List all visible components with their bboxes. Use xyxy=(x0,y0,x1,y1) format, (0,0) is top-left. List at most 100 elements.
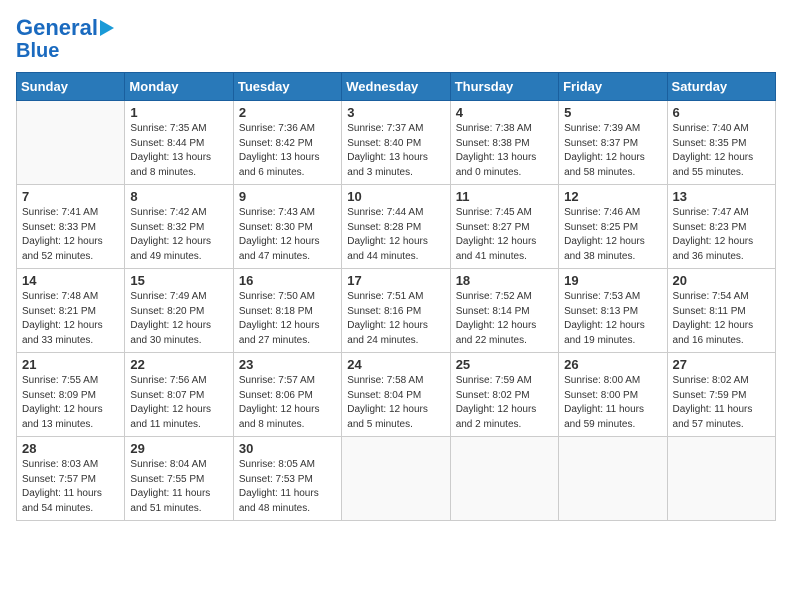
calendar-day-cell: 29 Sunrise: 8:04 AM Sunset: 7:55 PM Dayli… xyxy=(125,437,233,521)
day-info: Sunrise: 7:35 AM Sunset: 8:44 PM Dayligh… xyxy=(130,122,227,180)
calendar-day-cell: 30Sunrise: 8:05 AM Sunset: 7:53 PM Dayli… xyxy=(233,437,341,521)
day-info: Sunrise: 8:03 AM Sunset: 7:57 PM Dayligh… xyxy=(22,458,119,516)
weekday-header: Friday xyxy=(559,73,667,101)
day-number: 12 xyxy=(564,189,661,204)
day-number: 16 xyxy=(239,273,336,288)
day-info: Sunrise: 7:53 AM Sunset: 8:13 PM Dayligh… xyxy=(564,290,661,348)
calendar-day-cell xyxy=(667,437,775,521)
day-info: Sunrise: 7:43 AM Sunset: 8:30 PM Dayligh… xyxy=(239,206,336,264)
day-number: 18 xyxy=(456,273,553,288)
day-info: Sunrise: 8:04 AM Sunset: 7:55 PM Dayligh… xyxy=(130,458,227,516)
day-number: 24 xyxy=(347,357,444,372)
calendar-week-row: 1Sunrise: 7:35 AM Sunset: 8:44 PM Daylig… xyxy=(17,101,776,185)
day-info: Sunrise: 7:56 AM Sunset: 8:07 PM Dayligh… xyxy=(130,374,227,432)
calendar-day-cell xyxy=(342,437,450,521)
calendar-day-cell: 13 Sunrise: 7:47 AM Sunset: 8:23 PM Dayli… xyxy=(667,185,775,269)
calendar-day-cell: 22 Sunrise: 7:56 AM Sunset: 8:07 PM Dayli… xyxy=(125,353,233,437)
day-number: 6 xyxy=(673,105,770,120)
day-info: Sunrise: 7:37 AM Sunset: 8:40 PM Dayligh… xyxy=(347,122,444,180)
weekday-header: Sunday xyxy=(17,73,125,101)
calendar-day-cell: 21Sunrise: 7:55 AM Sunset: 8:09 PM Dayli… xyxy=(17,353,125,437)
day-number: 15 xyxy=(130,273,227,288)
page-header: General Blue xyxy=(16,16,776,62)
calendar-day-cell: 14 Sunrise: 7:48 AM Sunset: 8:21 PM Dayli… xyxy=(17,269,125,353)
day-number: 28 xyxy=(22,441,119,456)
calendar-day-cell: 27 Sunrise: 8:02 AM Sunset: 7:59 PM Dayli… xyxy=(667,353,775,437)
day-info: Sunrise: 7:40 AM Sunset: 8:35 PM Dayligh… xyxy=(673,122,770,180)
calendar-day-cell: 6 Sunrise: 7:40 AM Sunset: 8:35 PM Daylig… xyxy=(667,101,775,185)
calendar-day-cell: 3 Sunrise: 7:37 AM Sunset: 8:40 PM Daylig… xyxy=(342,101,450,185)
logo-blue: Blue xyxy=(16,40,59,62)
calendar-day-cell xyxy=(559,437,667,521)
day-info: Sunrise: 7:48 AM Sunset: 8:21 PM Dayligh… xyxy=(22,290,119,348)
day-number: 4 xyxy=(456,105,553,120)
calendar-day-cell: 10 Sunrise: 7:44 AM Sunset: 8:28 PM Dayli… xyxy=(342,185,450,269)
day-info: Sunrise: 7:44 AM Sunset: 8:28 PM Dayligh… xyxy=(347,206,444,264)
calendar-week-row: 21Sunrise: 7:55 AM Sunset: 8:09 PM Dayli… xyxy=(17,353,776,437)
day-info: Sunrise: 7:58 AM Sunset: 8:04 PM Dayligh… xyxy=(347,374,444,432)
calendar-header-row: SundayMondayTuesdayWednesdayThursdayFrid… xyxy=(17,73,776,101)
day-info: Sunrise: 7:51 AM Sunset: 8:16 PM Dayligh… xyxy=(347,290,444,348)
calendar-day-cell xyxy=(450,437,558,521)
calendar-week-row: 28 Sunrise: 8:03 AM Sunset: 7:57 PM Dayli… xyxy=(17,437,776,521)
calendar-day-cell: 9 Sunrise: 7:43 AM Sunset: 8:30 PM Daylig… xyxy=(233,185,341,269)
day-info: Sunrise: 7:52 AM Sunset: 8:14 PM Dayligh… xyxy=(456,290,553,348)
calendar-day-cell: 17 Sunrise: 7:51 AM Sunset: 8:16 PM Dayli… xyxy=(342,269,450,353)
logo: General Blue xyxy=(16,16,114,62)
logo-general: General xyxy=(16,16,98,40)
weekday-header: Monday xyxy=(125,73,233,101)
day-number: 25 xyxy=(456,357,553,372)
day-number: 3 xyxy=(347,105,444,120)
day-info: Sunrise: 7:36 AM Sunset: 8:42 PM Dayligh… xyxy=(239,122,336,180)
calendar-day-cell: 4 Sunrise: 7:38 AM Sunset: 8:38 PM Daylig… xyxy=(450,101,558,185)
day-number: 11 xyxy=(456,189,553,204)
day-info: Sunrise: 8:00 AM Sunset: 8:00 PM Dayligh… xyxy=(564,374,661,432)
calendar-day-cell: 20Sunrise: 7:54 AM Sunset: 8:11 PM Dayli… xyxy=(667,269,775,353)
day-info: Sunrise: 7:42 AM Sunset: 8:32 PM Dayligh… xyxy=(130,206,227,264)
day-info: Sunrise: 7:47 AM Sunset: 8:23 PM Dayligh… xyxy=(673,206,770,264)
day-info: Sunrise: 7:38 AM Sunset: 8:38 PM Dayligh… xyxy=(456,122,553,180)
calendar-day-cell: 28 Sunrise: 8:03 AM Sunset: 7:57 PM Dayli… xyxy=(17,437,125,521)
calendar-day-cell: 18 Sunrise: 7:52 AM Sunset: 8:14 PM Dayli… xyxy=(450,269,558,353)
day-number: 14 xyxy=(22,273,119,288)
day-info: Sunrise: 7:55 AM Sunset: 8:09 PM Dayligh… xyxy=(22,374,119,432)
calendar-day-cell: 23 Sunrise: 7:57 AM Sunset: 8:06 PM Dayli… xyxy=(233,353,341,437)
day-number: 7 xyxy=(22,189,119,204)
calendar-day-cell: 16 Sunrise: 7:50 AM Sunset: 8:18 PM Dayli… xyxy=(233,269,341,353)
calendar-day-cell: 5Sunrise: 7:39 AM Sunset: 8:37 PM Daylig… xyxy=(559,101,667,185)
calendar-day-cell: 15 Sunrise: 7:49 AM Sunset: 8:20 PM Dayli… xyxy=(125,269,233,353)
day-number: 17 xyxy=(347,273,444,288)
day-info: Sunrise: 7:49 AM Sunset: 8:20 PM Dayligh… xyxy=(130,290,227,348)
day-info: Sunrise: 7:46 AM Sunset: 8:25 PM Dayligh… xyxy=(564,206,661,264)
calendar-day-cell: 1Sunrise: 7:35 AM Sunset: 8:44 PM Daylig… xyxy=(125,101,233,185)
day-number: 29 xyxy=(130,441,227,456)
day-number: 23 xyxy=(239,357,336,372)
calendar-day-cell: 25Sunrise: 7:59 AM Sunset: 8:02 PM Dayli… xyxy=(450,353,558,437)
calendar-day-cell xyxy=(17,101,125,185)
day-number: 9 xyxy=(239,189,336,204)
calendar-table: SundayMondayTuesdayWednesdayThursdayFrid… xyxy=(16,72,776,521)
day-number: 30 xyxy=(239,441,336,456)
calendar-day-cell: 24 Sunrise: 7:58 AM Sunset: 8:04 PM Dayli… xyxy=(342,353,450,437)
calendar-day-cell: 11Sunrise: 7:45 AM Sunset: 8:27 PM Dayli… xyxy=(450,185,558,269)
day-number: 20 xyxy=(673,273,770,288)
calendar-day-cell: 12 Sunrise: 7:46 AM Sunset: 8:25 PM Dayli… xyxy=(559,185,667,269)
day-number: 13 xyxy=(673,189,770,204)
logo-arrow-icon xyxy=(100,20,114,36)
calendar-day-cell: 26 Sunrise: 8:00 AM Sunset: 8:00 PM Dayli… xyxy=(559,353,667,437)
day-info: Sunrise: 7:57 AM Sunset: 8:06 PM Dayligh… xyxy=(239,374,336,432)
day-info: Sunrise: 7:39 AM Sunset: 8:37 PM Dayligh… xyxy=(564,122,661,180)
day-info: Sunrise: 7:50 AM Sunset: 8:18 PM Dayligh… xyxy=(239,290,336,348)
day-info: Sunrise: 8:02 AM Sunset: 7:59 PM Dayligh… xyxy=(673,374,770,432)
day-number: 10 xyxy=(347,189,444,204)
day-number: 2 xyxy=(239,105,336,120)
weekday-header: Tuesday xyxy=(233,73,341,101)
day-number: 26 xyxy=(564,357,661,372)
day-number: 19 xyxy=(564,273,661,288)
day-number: 27 xyxy=(673,357,770,372)
day-number: 22 xyxy=(130,357,227,372)
day-info: Sunrise: 7:41 AM Sunset: 8:33 PM Dayligh… xyxy=(22,206,119,264)
calendar-day-cell: 8Sunrise: 7:42 AM Sunset: 8:32 PM Daylig… xyxy=(125,185,233,269)
calendar-week-row: 7 Sunrise: 7:41 AM Sunset: 8:33 PM Daylig… xyxy=(17,185,776,269)
weekday-header: Thursday xyxy=(450,73,558,101)
